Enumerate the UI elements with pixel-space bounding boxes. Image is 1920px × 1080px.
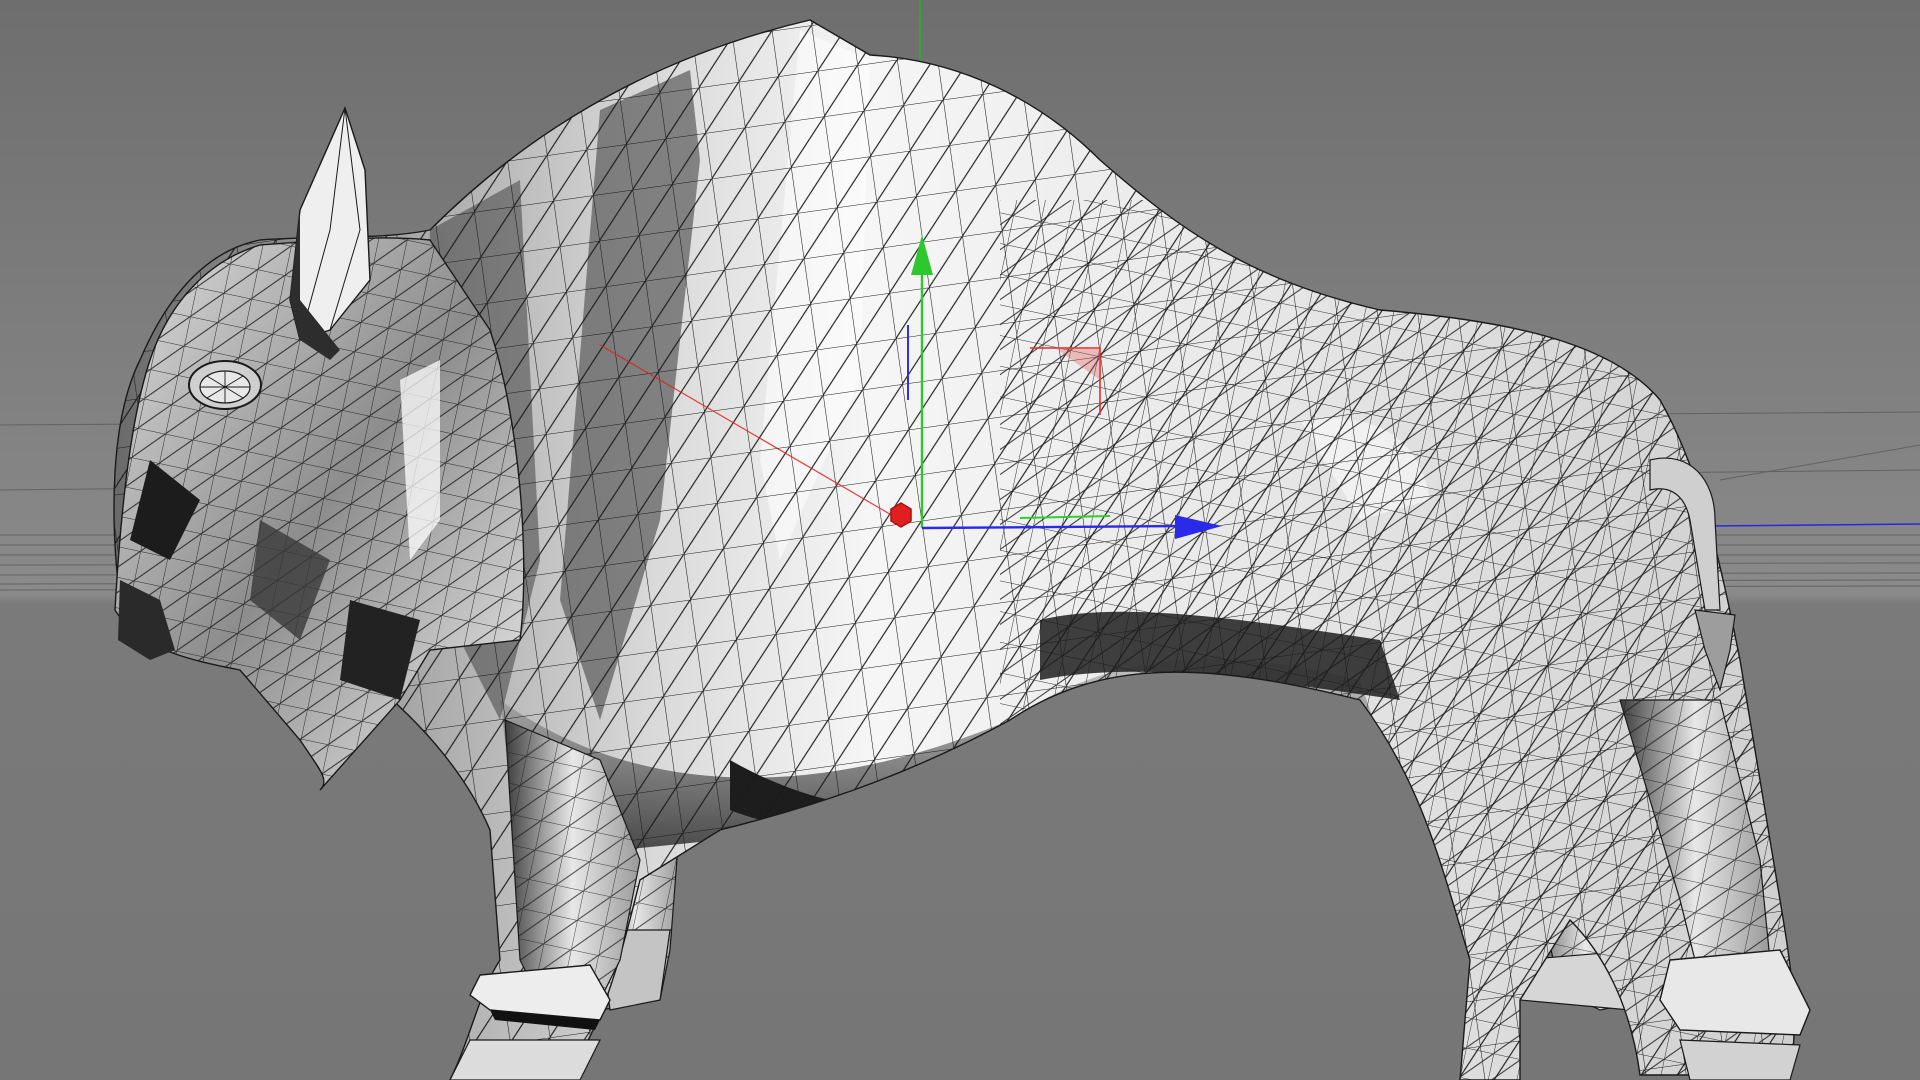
viewport-canvas[interactable] (0, 0, 1920, 1080)
3d-viewport[interactable] (0, 0, 1920, 1080)
gizmo-pivot-point[interactable] (890, 502, 912, 528)
bison-eye (188, 360, 262, 410)
